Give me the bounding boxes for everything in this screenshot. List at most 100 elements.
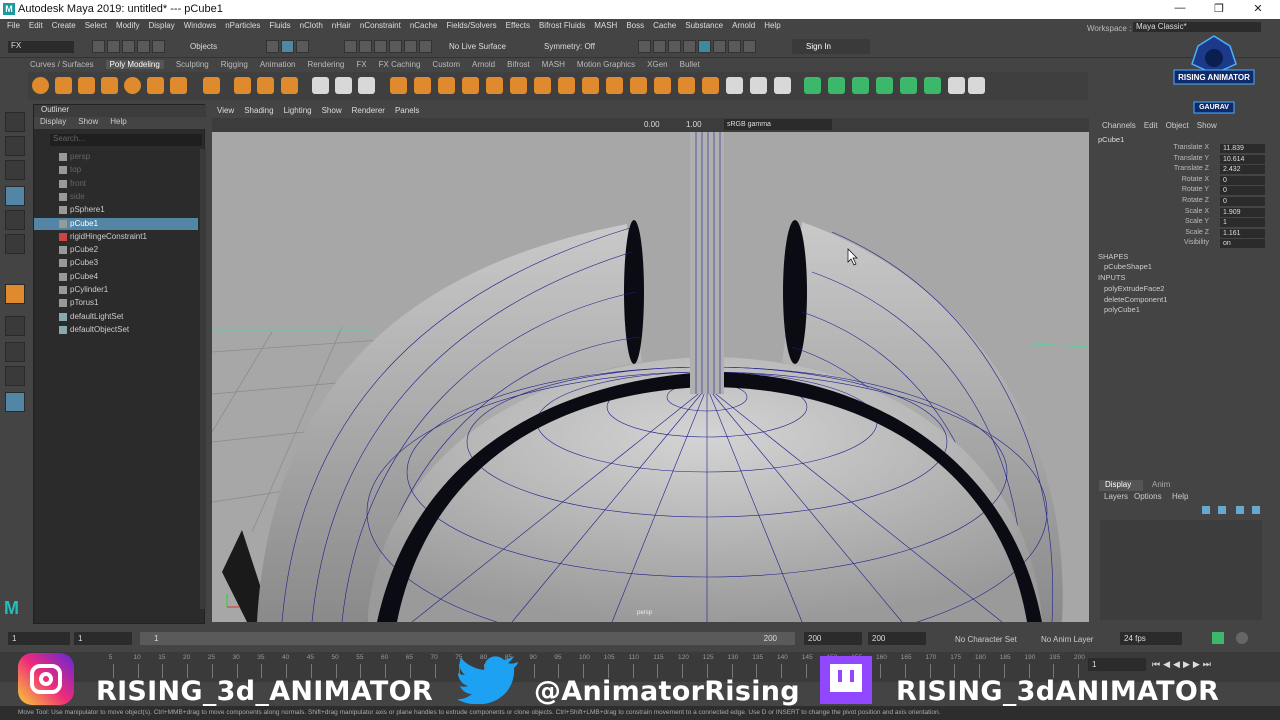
shelf-tab-arnold[interactable]: Arnold bbox=[472, 60, 495, 69]
offset-edge-icon[interactable] bbox=[678, 77, 695, 94]
mash-network-icon[interactable] bbox=[804, 77, 821, 94]
menu-modify[interactable]: Modify bbox=[116, 21, 140, 30]
maximize-button[interactable]: ❐ bbox=[1199, 2, 1239, 17]
svg-tool-icon[interactable] bbox=[281, 77, 298, 94]
channel-name[interactable]: Rotate X bbox=[1134, 176, 1209, 183]
current-frame-field[interactable]: 1 bbox=[1088, 658, 1146, 671]
start-frame-field[interactable]: 1 bbox=[8, 632, 70, 645]
input-node[interactable]: polyCube1 bbox=[1104, 305, 1140, 314]
shelf-tab-poly-modeling[interactable]: Poly Modeling bbox=[105, 60, 164, 69]
menu-nparticles[interactable]: nParticles bbox=[225, 21, 260, 30]
color-space-select[interactable]: sRGB gamma bbox=[724, 119, 832, 130]
poly-torus-icon[interactable] bbox=[124, 77, 141, 94]
undo-icon[interactable] bbox=[137, 40, 150, 53]
insert-edge-loop-icon[interactable] bbox=[654, 77, 671, 94]
preferences-icon[interactable] bbox=[1236, 632, 1248, 644]
render-current-icon[interactable] bbox=[653, 40, 666, 53]
quad-draw-icon[interactable] bbox=[702, 77, 719, 94]
layer-move-up-icon[interactable] bbox=[1202, 506, 1210, 514]
mash-curve-icon[interactable] bbox=[968, 77, 985, 94]
ipr-render-icon[interactable] bbox=[668, 40, 681, 53]
outliner-menu-display[interactable]: Display bbox=[40, 117, 66, 126]
menu-windows[interactable]: Windows bbox=[184, 21, 216, 30]
workspace-select[interactable]: Maya Classic* bbox=[1133, 22, 1261, 32]
shelf-tab-bullet[interactable]: Bullet bbox=[680, 60, 700, 69]
redo-icon[interactable] bbox=[152, 40, 165, 53]
input-node[interactable]: polyExtrudeFace2 bbox=[1104, 284, 1164, 293]
character-set-select[interactable]: No Character Set bbox=[955, 635, 1017, 644]
shelf-tab-custom[interactable]: Custom bbox=[432, 60, 460, 69]
shelf-tab-animation[interactable]: Animation bbox=[260, 60, 296, 69]
mash-distribute-icon[interactable] bbox=[828, 77, 845, 94]
channel-value[interactable]: 1.161 bbox=[1220, 228, 1265, 238]
render-settings-icon[interactable] bbox=[683, 40, 696, 53]
menu-nhair[interactable]: nHair bbox=[332, 21, 351, 30]
channel-name[interactable]: Visibility bbox=[1134, 239, 1209, 246]
poly-plane-icon[interactable] bbox=[147, 77, 164, 94]
snap-point-icon[interactable] bbox=[374, 40, 387, 53]
mash-repro-icon[interactable] bbox=[924, 77, 941, 94]
outliner-item[interactable]: pSphere1 bbox=[34, 204, 198, 216]
snap-curve-icon[interactable] bbox=[359, 40, 372, 53]
outliner-item[interactable]: pCube1 bbox=[34, 217, 198, 230]
poly-disc-icon[interactable] bbox=[170, 77, 187, 94]
open-scene-icon[interactable] bbox=[107, 40, 120, 53]
viewport-menu-shading[interactable]: Shading bbox=[244, 106, 273, 115]
shelf-tab-sculpting[interactable]: Sculpting bbox=[176, 60, 209, 69]
lasso-tool-icon[interactable] bbox=[5, 136, 25, 156]
anim-layer-select[interactable]: No Anim Layer bbox=[1041, 635, 1093, 644]
mash-random-icon[interactable] bbox=[852, 77, 869, 94]
channel-value[interactable]: 0 bbox=[1220, 175, 1265, 185]
channel-name[interactable]: Translate X bbox=[1134, 144, 1209, 151]
shelf-tab-motion-graphics[interactable]: Motion Graphics bbox=[577, 60, 635, 69]
channel-name[interactable]: Translate Y bbox=[1134, 155, 1209, 162]
viewport-menu-panels[interactable]: Panels bbox=[395, 106, 419, 115]
layers-menu[interactable]: Layers bbox=[1104, 492, 1128, 501]
auto-key-icon[interactable] bbox=[1212, 632, 1224, 644]
shelf-tab-bifrost[interactable]: Bifrost bbox=[507, 60, 530, 69]
outliner-item[interactable]: defaultLightSet bbox=[34, 311, 198, 323]
range-slider-bar[interactable]: 1 200 bbox=[140, 632, 795, 645]
options-menu[interactable]: Options bbox=[1134, 492, 1162, 501]
menu-substance[interactable]: Substance bbox=[685, 21, 723, 30]
channel-value[interactable]: on bbox=[1220, 239, 1265, 249]
outliner-layout-icon[interactable] bbox=[5, 392, 25, 412]
new-layer-icon[interactable] bbox=[1236, 506, 1244, 514]
range-end-field[interactable]: 200 bbox=[804, 632, 862, 645]
layer-move-down-icon[interactable] bbox=[1218, 506, 1226, 514]
multi-cut-icon[interactable] bbox=[630, 77, 647, 94]
poly-cone-icon[interactable] bbox=[101, 77, 118, 94]
channel-menu-object[interactable]: Object bbox=[1166, 121, 1189, 130]
channel-name[interactable]: Rotate Y bbox=[1134, 186, 1209, 193]
fps-select[interactable]: 24 fps bbox=[1120, 632, 1182, 645]
channel-value[interactable]: 2.432 bbox=[1220, 165, 1265, 175]
symmetry-label[interactable]: Symmetry: Off bbox=[544, 42, 595, 51]
uv-editor-icon[interactable] bbox=[774, 77, 791, 94]
outliner-scrollbar[interactable] bbox=[200, 149, 206, 609]
outliner-item[interactable]: rigidHingeConstraint1 bbox=[34, 231, 198, 243]
playback-controls[interactable]: ⏮◀◀▶▶⏭ bbox=[1152, 659, 1214, 670]
sign-in-button[interactable]: Sign In bbox=[792, 39, 870, 54]
shelf-tab-xgen[interactable]: XGen bbox=[647, 60, 667, 69]
mash-offset-icon[interactable] bbox=[876, 77, 893, 94]
mash-world-icon[interactable] bbox=[948, 77, 965, 94]
menu-edit[interactable]: Edit bbox=[29, 21, 43, 30]
type-tool-icon[interactable] bbox=[257, 77, 274, 94]
anim-layers-tab[interactable]: Anim bbox=[1152, 480, 1170, 489]
outliner-item[interactable]: pCube4 bbox=[34, 271, 198, 283]
outliner-search-input[interactable]: Search... bbox=[50, 134, 202, 146]
poly-sphere-icon[interactable] bbox=[32, 77, 49, 94]
fill-hole-icon[interactable] bbox=[510, 77, 527, 94]
channel-menu-channels[interactable]: Channels bbox=[1102, 121, 1136, 130]
select-object-icon[interactable] bbox=[281, 40, 294, 53]
outliner-item[interactable]: pCylinder1 bbox=[34, 284, 198, 296]
channel-value[interactable]: 1.909 bbox=[1220, 207, 1265, 217]
menu-display[interactable]: Display bbox=[149, 21, 175, 30]
paint-select-icon[interactable] bbox=[5, 160, 25, 180]
light-editor-icon[interactable] bbox=[728, 40, 741, 53]
append-polygon-icon[interactable] bbox=[534, 77, 551, 94]
help-menu[interactable]: Help bbox=[1172, 492, 1188, 501]
input-node[interactable]: deleteComponent1 bbox=[1104, 295, 1167, 304]
outliner-item[interactable]: pCube3 bbox=[34, 257, 198, 269]
shape-node[interactable]: pCubeShape1 bbox=[1104, 262, 1152, 271]
